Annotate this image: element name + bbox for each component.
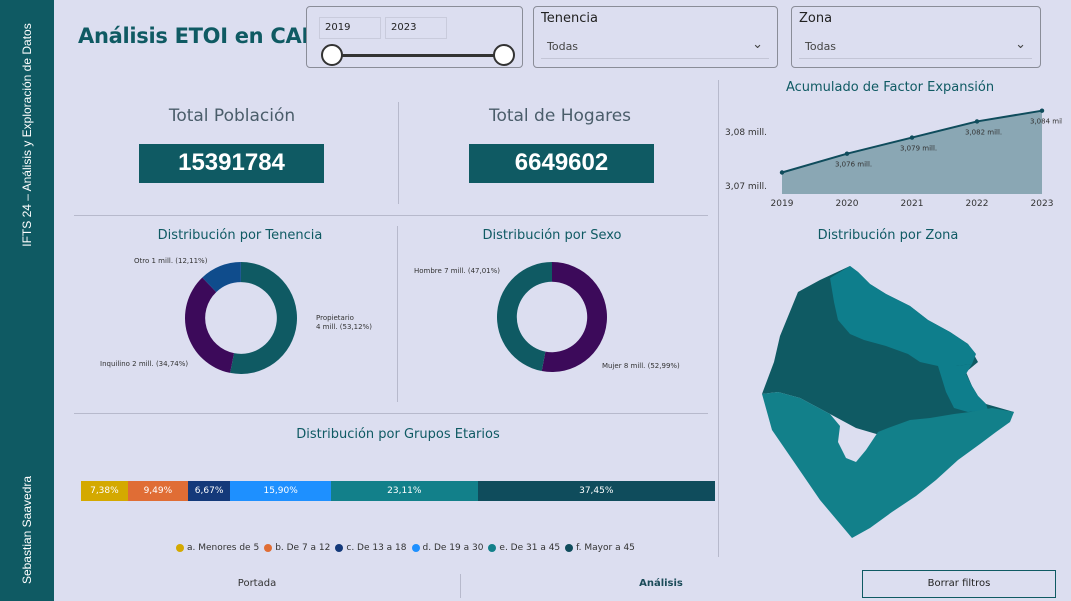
legend-label: a. Menores de 5: [187, 543, 260, 553]
donut-label-otro: Otro 1 mill. (12,11%): [134, 257, 208, 265]
sidebar-course-title: IFTS 24 – Análisis y Exploración de Dato…: [20, 23, 34, 247]
zona-dropdown-value: Todas: [805, 40, 837, 53]
data-label: 3,076 mill.: [835, 161, 872, 169]
x-tick-label: 2023: [1031, 199, 1054, 209]
tenencia-donut-chart: [185, 262, 297, 374]
chevron-down-icon: ⌄: [1015, 37, 1026, 52]
donut-label-propietario: Propietario 4 mill. (53,12%): [316, 314, 372, 331]
legend-dot: [411, 544, 420, 552]
data-label: 3,084 mill.: [1030, 118, 1062, 126]
year-range-slicer[interactable]: 2019 2023: [306, 6, 523, 68]
divider: [398, 102, 399, 204]
zona-dropdown[interactable]: Todas ⌄: [799, 35, 1032, 59]
bar-segment[interactable]: 23,11%: [331, 481, 478, 501]
divider: [74, 413, 708, 414]
tenencia-dropdown[interactable]: Todas ⌄: [541, 35, 769, 59]
y-tick-label: 3,08 mill.: [725, 128, 767, 138]
year-from-field[interactable]: 2019: [319, 17, 381, 39]
data-point[interactable]: [974, 119, 980, 124]
data-label: 3,082 mill.: [965, 128, 1002, 136]
x-tick-label: 2020: [836, 199, 859, 209]
legend-label: d. De 19 a 30: [422, 543, 484, 553]
slider-handle-start[interactable]: [321, 44, 343, 66]
poblacion-card-title: Total Población: [168, 106, 296, 126]
clear-filters-button[interactable]: Borrar filtros: [862, 570, 1056, 598]
data-point[interactable]: [779, 170, 785, 175]
legend-item[interactable]: a. Menores de 5: [176, 543, 259, 553]
legend-label: b. De 7 a 12: [275, 543, 331, 553]
x-tick-label: 2019: [771, 199, 794, 209]
legend-label: f. Mayor a 45: [576, 543, 635, 553]
legend-item[interactable]: b. De 7 a 12: [264, 543, 330, 553]
data-label: 3,079 mill.: [900, 145, 937, 153]
legend-label: c. De 13 a 18: [346, 543, 407, 553]
legend-dot: [565, 544, 574, 552]
sexo-chart-title: Distribución por Sexo: [482, 228, 622, 243]
hogares-card-title: Total de Hogares: [488, 106, 632, 126]
donut-slice-hombre[interactable]: [497, 262, 552, 372]
sidebar: IFTS 24 – Análisis y Exploración de Dato…: [0, 0, 54, 601]
zona-chart-title: Distribución por Zona: [817, 228, 959, 243]
tenencia-slicer: Tenencia Todas ⌄: [533, 6, 778, 68]
donut-label-inquilino: Inquilino 2 mill. (34,74%): [100, 360, 189, 368]
hogares-card-value: 6649602: [469, 144, 654, 183]
chevron-down-icon: ⌄: [752, 37, 763, 52]
slider-track[interactable]: [332, 54, 504, 57]
donut-label-hombre: Hombre 7 mill. (47,01%): [414, 267, 501, 275]
data-point[interactable]: [909, 135, 915, 140]
etarios-stacked-bar: 7,38% 9,49% 6,67% 15,90% 23,11% 37,45%: [81, 481, 715, 501]
legend-item[interactable]: e. De 31 a 45: [488, 543, 560, 553]
divider: [718, 80, 719, 557]
zona-slicer-title: Zona: [799, 11, 833, 26]
bar-segment[interactable]: 15,90%: [230, 481, 332, 501]
bar-segment[interactable]: 9,49%: [127, 481, 188, 501]
divider: [74, 215, 708, 216]
legend-dot: [335, 544, 344, 552]
tenencia-dropdown-value: Todas: [547, 40, 579, 53]
sidebar-author: Sebastian Saavedra: [20, 475, 34, 585]
slider-handle-end[interactable]: [493, 44, 515, 66]
tab-analisis[interactable]: Análisis: [461, 578, 861, 589]
divider: [397, 226, 398, 402]
data-point[interactable]: [844, 151, 850, 156]
y-tick-label: 3,07 mill.: [725, 182, 767, 192]
factor-expansion-chart: 2019 3,076 mill. 2020 3,079 mill. 2021 3,082 …: [725, 108, 1062, 209]
legend-dot: [176, 544, 184, 552]
x-tick-label: 2022: [966, 199, 989, 209]
donut-slice-inquilino[interactable]: [185, 277, 235, 373]
sexo-donut-chart: [497, 262, 607, 372]
tab-portada[interactable]: Portada: [54, 578, 460, 589]
legend-dot: [488, 544, 497, 552]
poblacion-card-value: 15391784: [139, 144, 324, 183]
legend-dot: [264, 544, 273, 552]
etarios-chart-title: Distribución por Grupos Etarios: [296, 427, 500, 442]
etarios-legend: a. Menores de 5 b. De 7 a 12 c. De 13 a 18…: [176, 537, 696, 556]
year-to-field[interactable]: 2023: [385, 17, 447, 39]
tenencia-chart-title: Distribución por Tenencia: [157, 228, 323, 243]
legend-item[interactable]: d. De 19 a 30: [411, 543, 484, 553]
factor-chart-title: Acumulado de Factor Expansión: [785, 80, 995, 95]
zona-map: [762, 266, 1014, 538]
x-tick-label: 2021: [901, 199, 924, 209]
zona-slicer: Zona Todas ⌄: [791, 6, 1041, 68]
tenencia-slicer-title: Tenencia: [541, 11, 598, 26]
data-point[interactable]: [1039, 108, 1045, 113]
legend-item[interactable]: f. Mayor a 45: [565, 543, 635, 553]
legend-label: e. De 31 a 45: [499, 543, 561, 553]
bar-segment[interactable]: 6,67%: [187, 481, 231, 501]
page-title: Análisis ETOI en CABA: [78, 24, 334, 48]
donut-label-mujer: Mujer 8 mill. (52,99%): [602, 362, 680, 370]
legend-item[interactable]: c. De 13 a 18: [335, 543, 407, 553]
bar-segment[interactable]: 7,38%: [81, 481, 128, 501]
bar-segment[interactable]: 37,45%: [477, 481, 715, 501]
